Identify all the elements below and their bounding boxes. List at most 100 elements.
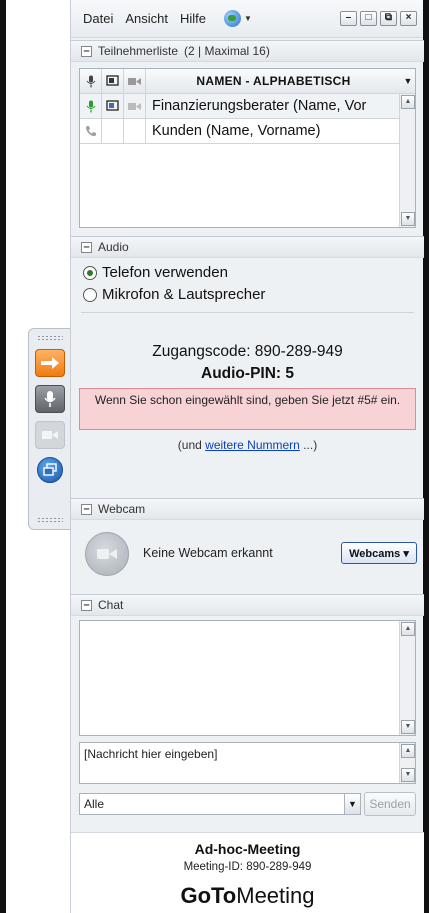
collapse-icon[interactable]: – [81, 45, 92, 57]
scroll-down-button[interactable]: ▼ [401, 720, 415, 734]
radio-use-phone-label: Telefon verwenden [102, 264, 228, 281]
meeting-name: Ad-hoc-Meeting [194, 841, 301, 857]
windows-icon [43, 463, 57, 476]
webcam-header[interactable]: – Webcam [71, 498, 424, 520]
col-audio-header[interactable] [80, 69, 102, 93]
radio-use-phone[interactable]: Telefon verwenden [83, 264, 228, 281]
camera-status-cell [124, 94, 146, 118]
collapse-icon[interactable]: – [81, 503, 92, 515]
minimize-button[interactable]: – [340, 11, 357, 26]
screen-status-cell [102, 94, 124, 118]
radio-selected-icon[interactable] [83, 265, 97, 280]
chat-title: Chat [98, 598, 124, 612]
chat-message-input[interactable]: [Nachricht hier eingeben] ▲ ▼ [79, 742, 416, 784]
pin-hint-banner: Wenn Sie schon eingewählt sind, geben Si… [79, 388, 416, 430]
logo-meeting: Meeting [236, 883, 315, 908]
chat-section: – Chat ▲ ▼ [Nachricht hier eingeben] ▲ ▼… [71, 594, 424, 830]
restore-button[interactable]: ⧉ [380, 11, 397, 26]
participant-name: Kunden (Name, Vorname) [152, 123, 321, 139]
chevron-down-icon[interactable]: ▼ [244, 14, 252, 23]
chat-input-placeholder: [Nachricht hier eingeben] [84, 747, 218, 761]
send-button[interactable]: Senden [364, 792, 416, 816]
webcam-share-button[interactable] [85, 532, 129, 576]
radio-unselected-icon[interactable] [83, 287, 97, 302]
meeting-id: Meeting-ID: 890-289-949 [183, 861, 312, 873]
collapse-icon[interactable]: – [81, 599, 92, 611]
webcams-dropdown-button[interactable]: Webcams ▾ [341, 542, 417, 564]
chat-recipient-select[interactable]: Alle [79, 793, 361, 815]
microphone-icon [44, 391, 56, 407]
camera-icon [128, 102, 141, 110]
table-row[interactable]: Kunden (Name, Vorname) [80, 119, 415, 144]
close-button[interactable]: × [400, 11, 417, 26]
chat-input-scrollbar[interactable]: ▲ ▼ [399, 743, 415, 783]
chat-log[interactable]: ▲ ▼ [79, 620, 416, 736]
audio-title: Audio [98, 240, 129, 254]
chevron-down-icon[interactable]: ▼ [401, 76, 415, 86]
webcam-status: Keine Webcam erkannt [143, 546, 273, 560]
webcam-title: Webcam [98, 502, 146, 516]
audio-section: – Audio Telefon verwenden Mikrofon & Lau… [71, 236, 424, 496]
participants-count: (2 | Maximal 16) [184, 44, 270, 58]
radio-use-mic-speakers-label: Mikrofon & Lautsprecher [102, 286, 266, 303]
phone-status-cell [80, 119, 102, 143]
screen-icon [106, 99, 119, 111]
participants-scrollbar[interactable]: ▲ ▼ [399, 94, 415, 227]
collapse-icon[interactable]: – [81, 241, 92, 253]
table-header-row: NAMEN - ALPHABETISCH ▼ [80, 69, 415, 94]
screen-icon [106, 74, 119, 86]
scroll-up-button[interactable]: ▲ [401, 95, 415, 109]
microphone-active-icon [86, 100, 95, 112]
mute-mic-button[interactable] [35, 385, 65, 413]
control-panel: Datei Ansicht Hilfe ▼ – □ ⧉ × – Teilnehm… [70, 0, 424, 913]
chat-header[interactable]: – Chat [71, 594, 424, 616]
camera-icon [128, 77, 141, 85]
column-header-names[interactable]: NAMEN - ALPHABETISCH [146, 74, 401, 88]
participants-table: NAMEN - ALPHABETISCH ▼ Finanzierungsbera… [79, 68, 416, 228]
menu-bar: Datei Ansicht Hilfe ▼ – □ ⧉ × [71, 0, 423, 38]
table-row[interactable]: Finanzierungsberater (Name, Vor [80, 94, 415, 119]
meeting-footer: Ad-hoc-Meeting Meeting-ID: 890-289-949 G… [71, 832, 424, 913]
radio-use-mic-speakers[interactable]: Mikrofon & Lautsprecher [83, 286, 265, 303]
show-hide-panel-button[interactable] [35, 349, 65, 377]
col-screen-header[interactable] [102, 69, 124, 93]
audio-header[interactable]: – Audio [71, 236, 424, 258]
phone-icon [85, 126, 96, 137]
gotomeeting-logo: GoToMeeting [71, 883, 424, 909]
mic-status-cell [80, 94, 102, 118]
participants-section: – Teilnehmerliste (2 | Maximal 16) NAMEN… [71, 40, 424, 232]
camera-icon [42, 431, 58, 439]
more-numbers-suffix: ...) [299, 438, 318, 452]
arrow-right-icon [41, 357, 59, 369]
globe-icon[interactable] [224, 10, 242, 27]
chat-log-scrollbar[interactable]: ▲ ▼ [399, 621, 415, 735]
menu-file[interactable]: Datei [83, 11, 113, 26]
grip-bottom-icon[interactable] [37, 517, 63, 523]
divider [81, 312, 414, 313]
participants-title: Teilnehmerliste [98, 44, 179, 58]
chevron-down-icon[interactable]: ▼ [344, 794, 360, 814]
menu-help[interactable]: Hilfe [180, 11, 206, 26]
window-controls: – □ ⧉ × [340, 11, 417, 26]
show-screens-button[interactable] [37, 457, 63, 483]
scroll-down-button[interactable]: ▼ [401, 768, 415, 782]
webcam-toggle-button[interactable] [35, 421, 65, 449]
scroll-up-button[interactable]: ▲ [401, 744, 415, 758]
participants-header[interactable]: – Teilnehmerliste (2 | Maximal 16) [71, 40, 424, 62]
col-camera-header[interactable] [124, 69, 146, 93]
scroll-up-button[interactable]: ▲ [401, 622, 415, 636]
grab-tab[interactable] [28, 328, 70, 530]
scroll-down-button[interactable]: ▼ [401, 212, 415, 226]
webcam-section: – Webcam Keine Webcam erkannt Webcams ▾ [71, 498, 424, 592]
menu-view[interactable]: Ansicht [125, 11, 168, 26]
grip-top-icon[interactable] [37, 335, 63, 341]
camera-status-cell [124, 119, 146, 143]
participant-name: Finanzierungsberater (Name, Vor [152, 98, 367, 114]
screen-status-cell [102, 119, 124, 143]
logo-goto: GoTo [180, 883, 237, 908]
microphone-icon [86, 75, 95, 87]
audio-pin: Audio-PIN: 5 [201, 365, 294, 382]
window-frame-left [0, 0, 6, 913]
maximize-button[interactable]: □ [360, 11, 377, 26]
more-numbers-link[interactable]: weitere Nummern [205, 438, 300, 452]
